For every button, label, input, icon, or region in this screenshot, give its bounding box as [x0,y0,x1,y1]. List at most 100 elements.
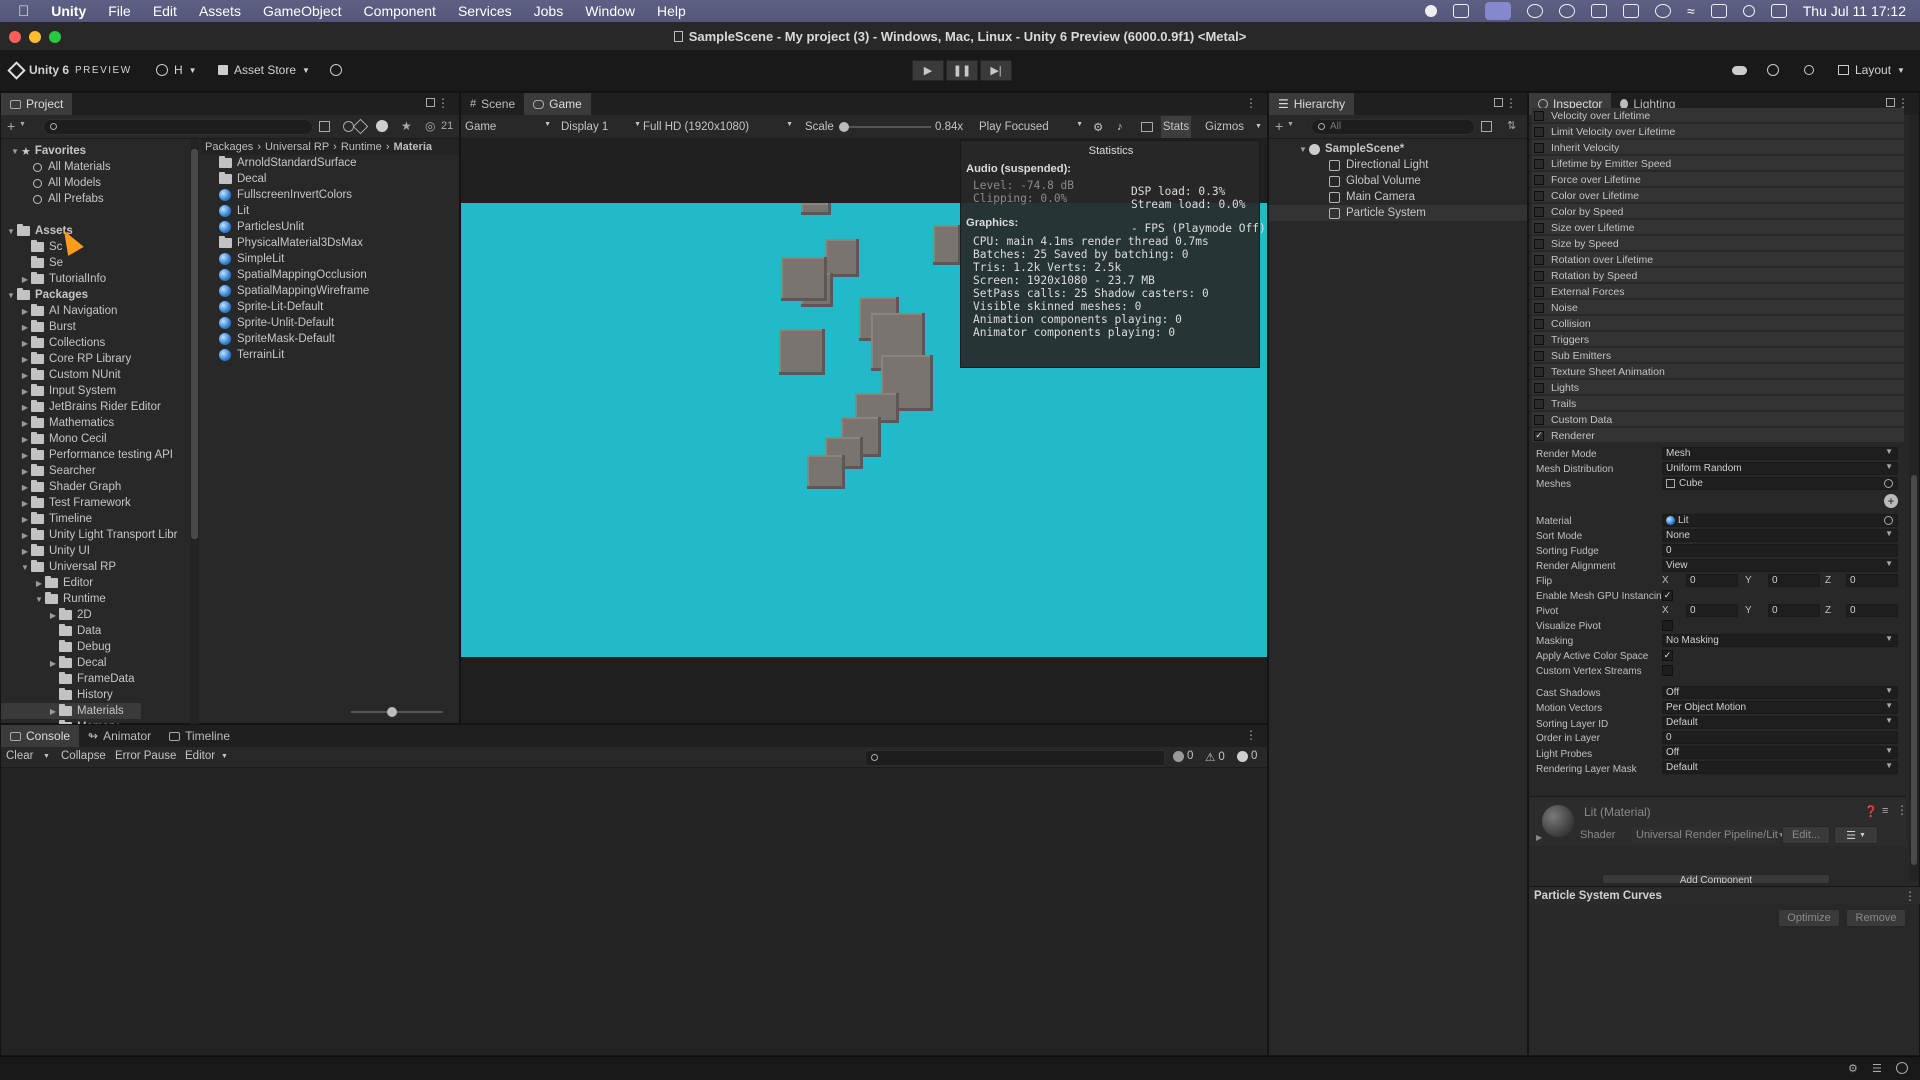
layout-dropdown[interactable]: Layout ▼ [1838,59,1905,81]
slider-handle[interactable] [387,707,397,717]
file-item[interactable]: Lit [219,203,249,219]
mesh-distribution-dropdown[interactable]: Uniform Random ▼ [1662,462,1898,475]
debug-icon[interactable]: ⚙ [1848,1062,1858,1075]
expand-arrow-icon[interactable]: ▶ [19,419,31,428]
tree-package[interactable]: ▶ Unity UI [19,543,90,559]
motion-vectors-dropdown[interactable]: Per Object Motion ▼ [1662,701,1898,714]
particle-module-row[interactable]: Rotation by Speed [1534,268,1637,283]
camera-icon[interactable] [1453,4,1470,18]
module-enable-checkbox[interactable] [1534,206,1544,217]
file-item[interactable]: SpatialMappingWireframe [219,283,369,299]
search-button[interactable] [1804,59,1814,81]
flip-y-field[interactable]: 0 [1768,574,1820,587]
clear-options-chevron-icon[interactable]: ▼ [43,753,50,760]
menu-jobs[interactable]: Jobs [534,3,564,19]
tree-package[interactable]: ▶ AI Navigation [19,303,117,319]
menu-window[interactable]: Window [585,3,635,19]
control-center-icon[interactable] [1770,4,1787,18]
file-item[interactable]: ArnoldStandardSurface [219,155,357,171]
expand-arrow-icon[interactable]: ▼ [1297,145,1309,154]
module-enable-checkbox[interactable] [1534,174,1544,185]
tree-package[interactable]: ▶ Mathematics [19,415,114,431]
tag-icon[interactable] [352,118,369,135]
expand-arrow-icon[interactable]: ▶ [47,707,59,716]
scene-root[interactable]: ▼ SampleScene* [1297,141,1404,157]
breadcrumb-item[interactable]: Universal RP [265,141,329,153]
tree-package[interactable]: ▶ JetBrains Rider Editor [19,399,161,415]
sorting-fudge-field[interactable]: 0 [1662,544,1898,557]
particle-module-row[interactable]: Lights [1534,380,1579,395]
display-dropdown[interactable]: Display 1 ▼ [561,121,641,133]
expand-arrow-icon[interactable]: ▶ [47,659,59,668]
material-object-field[interactable]: Lit [1662,514,1898,527]
particle-module-row[interactable]: Size by Speed [1534,236,1619,251]
menu-edit[interactable]: Edit [153,3,177,19]
pivot-x-field[interactable]: 0 [1686,604,1738,617]
rendering-layer-mask-dropdown[interactable]: Default ▼ [1662,761,1898,774]
lock-icon[interactable] [1494,98,1503,107]
filter-type-icon[interactable] [319,121,330,132]
game-mode-dropdown[interactable]: Game ▼ [465,121,551,133]
expand-arrow-icon[interactable]: ▶ [19,515,31,524]
module-enable-checkbox[interactable] [1534,270,1544,281]
expand-arrow-icon[interactable]: ▶ [1536,833,1542,842]
particle-module-row[interactable]: Lifetime by Emitter Speed [1534,156,1671,171]
module-enable-checkbox[interactable] [1534,158,1544,169]
remove-curves-button[interactable]: Remove [1846,909,1906,927]
masking-dropdown[interactable]: No Masking ▼ [1662,634,1898,647]
tree-favorites[interactable]: ▼ ★ Favorites [9,143,86,159]
undo-history-button[interactable] [1767,59,1779,81]
expand-arrow-icon[interactable]: ▶ [19,451,31,460]
active-color-space-checkbox[interactable]: ✓ [1662,650,1673,661]
particle-module-row[interactable]: Velocity over Lifetime [1534,108,1650,123]
file-item[interactable]: TerrainLit [219,347,284,363]
file-item[interactable]: SpriteMask-Default [219,331,335,347]
particle-module-row[interactable]: Custom Data [1534,412,1612,427]
inspector-scrollbar[interactable] [1909,115,1919,881]
tree-package[interactable]: ▶ Searcher [19,463,96,479]
add-component-button[interactable]: Add Component [1602,874,1830,884]
tab-timeline[interactable]: Timeline [160,725,239,747]
module-enable-checkbox[interactable] [1534,334,1544,345]
tree-package[interactable]: ▶ Input System [19,383,116,399]
order-in-layer-field[interactable]: 0 [1662,731,1898,744]
hierarchy-item[interactable]: Global Volume [1269,173,1527,189]
play-status-icon[interactable] [1655,4,1672,18]
module-enable-checkbox[interactable] [1534,110,1544,121]
progress-icon[interactable] [1896,1062,1908,1074]
module-enable-checkbox[interactable] [1534,142,1544,153]
play-button[interactable]: ▶ [912,60,944,81]
sort-mode-dropdown[interactable]: None ▼ [1662,529,1898,542]
tree-folder[interactable]: FrameData [47,671,135,687]
play-focus-dropdown[interactable]: Play Focused ▼ [979,121,1083,133]
cube-status-icon[interactable] [1591,4,1608,18]
tab-scene[interactable]: # Scene [461,93,524,115]
spotlight-icon[interactable] [1742,5,1755,17]
layers-icon[interactable]: ☰ [1872,1062,1882,1075]
expand-arrow-icon[interactable]: ▶ [19,531,31,540]
menu-services[interactable]: Services [458,3,512,19]
hierarchy-item[interactable]: Directional Light [1269,157,1527,173]
module-enable-checkbox[interactable] [1534,414,1544,425]
collapse-toggle[interactable]: Collapse [61,750,106,762]
custom-vertex-streams-checkbox[interactable] [1662,665,1673,676]
tree-folder[interactable]: Se [19,255,63,271]
tree-package[interactable]: ▶ Shader Graph [19,479,121,495]
file-item[interactable]: Sprite-Lit-Default [219,299,323,315]
account-dropdown[interactable]: H ▼ [156,59,197,81]
clear-button[interactable]: Clear [6,750,33,762]
asset-store-button[interactable]: Asset Store ▼ [218,59,310,81]
settings-slider-icon[interactable]: ≡ [1882,805,1888,817]
expand-arrow-icon[interactable]: ▶ [19,403,31,412]
module-enable-checkbox[interactable] [1534,222,1544,233]
sorting-layer-dropdown[interactable]: Default ▼ [1662,716,1898,729]
menu-gameobject[interactable]: GameObject [263,3,342,19]
kebab-menu-icon[interactable]: ⋮ [1245,728,1257,742]
mesh-object-field[interactable]: Cube [1662,477,1898,490]
file-item[interactable]: Decal [219,171,266,187]
kebab-menu-icon[interactable]: ⋮ [1896,803,1908,817]
scale-slider[interactable] [838,122,931,132]
particle-module-row[interactable]: Noise [1534,300,1578,315]
breadcrumb-item[interactable]: Materia [393,141,432,153]
expand-arrow-icon[interactable]: ▶ [19,355,31,364]
